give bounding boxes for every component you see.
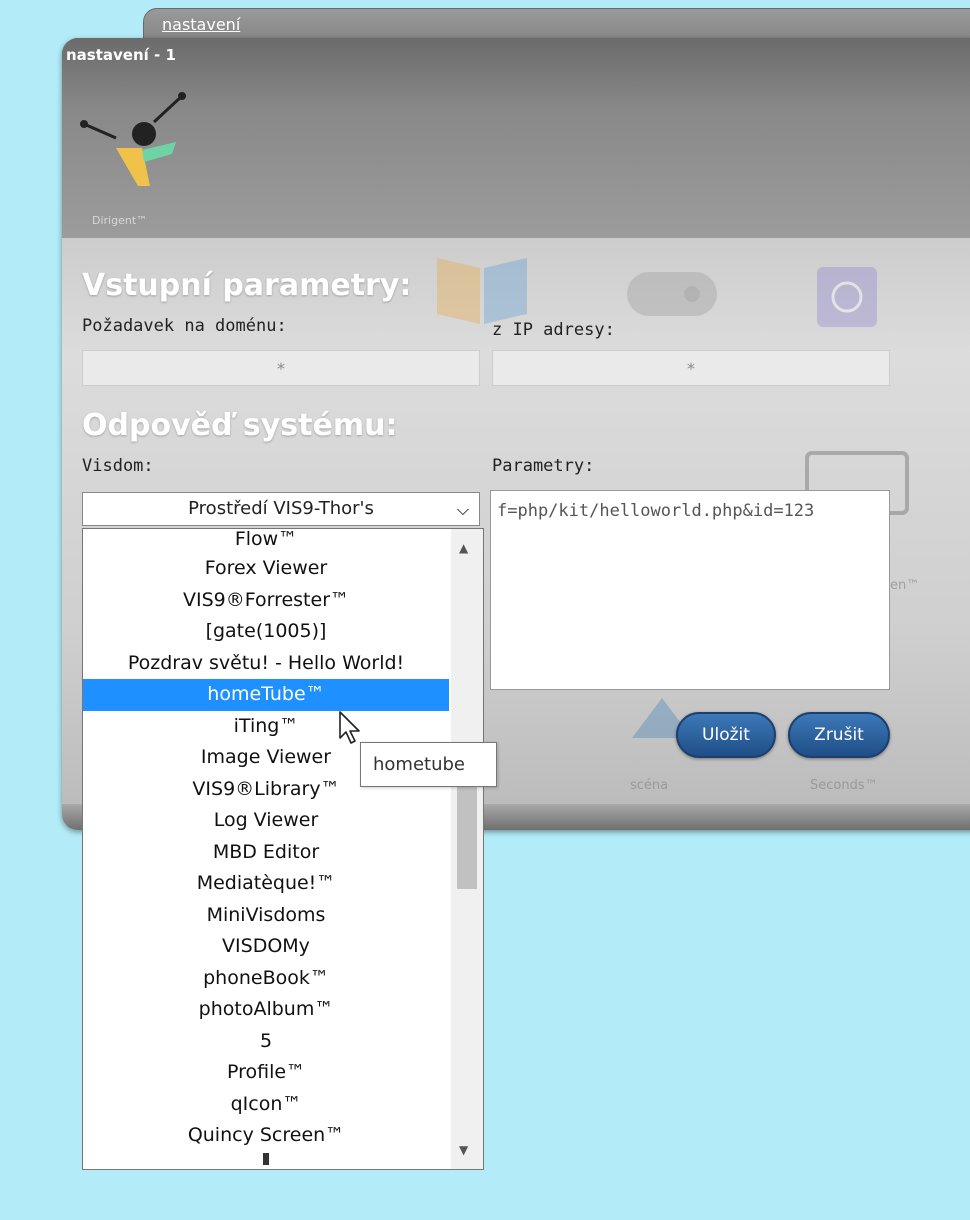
domain-input[interactable]: * [82, 350, 480, 386]
background-tab-title[interactable]: nastavení [162, 15, 240, 34]
scroll-up-icon[interactable]: ▲ [459, 541, 468, 555]
ghost-label-scene: scéna [630, 778, 669, 793]
dropdown-option-highlighted[interactable]: homeTube™ [83, 679, 449, 711]
scrollbar-thumb[interactable] [457, 771, 477, 889]
dropdown-option[interactable]: 5 [83, 1026, 449, 1058]
ip-input[interactable]: * [492, 350, 890, 386]
dropdown-option[interactable]: phoneBook™ [83, 963, 449, 995]
window-title: nastavení - 1 [66, 46, 176, 64]
domain-label: Požadavek na doménu: [82, 316, 287, 336]
dropdown-option[interactable]: MiniVisdoms [83, 900, 449, 932]
dropdown-option[interactable]: [gate(1005)] [83, 616, 449, 648]
dropdown-option[interactable]: VISDOMy [83, 931, 449, 963]
dropdown-option[interactable]: iTing™ [83, 711, 449, 743]
window-header: nastavení - 1 Dirigent™ [62, 38, 970, 238]
dropdown-option[interactable]: Flow™ [83, 529, 449, 553]
visdom-dropdown-list[interactable]: Flow™ Forex Viewer VIS9®Forrester™ [gate… [82, 528, 484, 1170]
dropdown-option[interactable]: Quincy Screen™ [83, 1120, 449, 1152]
dropdown-scrollbar[interactable]: ▲ ▼ [451, 529, 483, 1169]
partial-next-option [263, 1153, 269, 1165]
save-button[interactable]: Uložit [676, 712, 776, 758]
dirigent-logo-icon [80, 92, 186, 186]
chevron-down-icon: ⌵ [456, 500, 469, 519]
cancel-button[interactable]: Zrušit [788, 712, 890, 758]
parameters-label: Parametry: [492, 456, 595, 476]
ghost-book-icon [437, 258, 527, 324]
ghost-label-seconds: Seconds™ [810, 778, 878, 793]
scroll-down-icon[interactable]: ▼ [459, 1143, 468, 1157]
dropdown-option[interactable]: Log Viewer [83, 805, 449, 837]
dropdown-option[interactable]: MBD Editor [83, 837, 449, 869]
dropdown-option[interactable]: VIS9®Forrester™ [83, 585, 449, 617]
ghost-gamepad-icon [627, 272, 717, 316]
parameters-textarea[interactable]: f=php/kit/helloworld.php&id=123 [490, 490, 890, 690]
visdom-select[interactable]: Prostředí VIS9-Thor's ⌵ [82, 492, 480, 526]
dropdown-option[interactable]: Forex Viewer [83, 553, 449, 585]
visdom-select-value: Prostředí VIS9-Thor's [188, 498, 374, 519]
dropdown-options: Flow™ Forex Viewer VIS9®Forrester™ [gate… [83, 529, 449, 1152]
ghost-chip-icon [817, 267, 877, 327]
dropdown-option[interactable]: Pozdrav světu! - Hello World! [83, 648, 449, 680]
visdom-label: Visdom: [82, 456, 154, 476]
dropdown-option[interactable]: qIcon™ [83, 1089, 449, 1121]
ip-label: z IP adresy: [492, 320, 615, 340]
logo-caption: Dirigent™ [92, 214, 148, 227]
dropdown-option[interactable]: Mediatèque!™ [83, 868, 449, 900]
mouse-cursor-icon [339, 711, 360, 744]
option-tooltip: hometube [360, 742, 497, 787]
input-params-heading: Vstupní parametry: [82, 268, 412, 303]
response-heading: Odpověď systému: [82, 408, 398, 443]
dropdown-option[interactable]: photoAlbum™ [83, 994, 449, 1026]
dropdown-option[interactable]: Profile™ [83, 1057, 449, 1089]
